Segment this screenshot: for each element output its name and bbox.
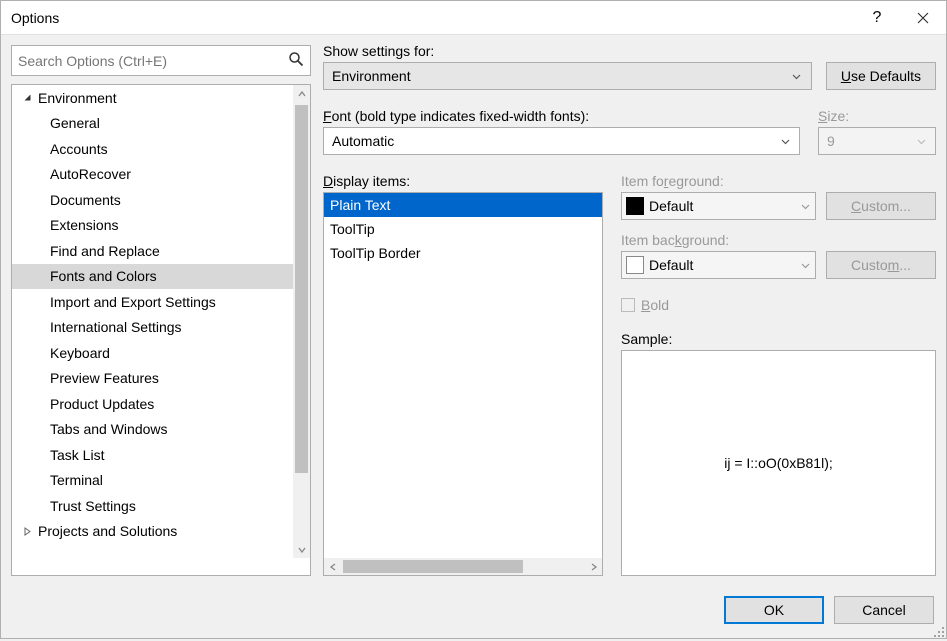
- font-label: Font (bold type indicates fixed-width fo…: [323, 108, 800, 124]
- tree-item-general[interactable]: General: [12, 111, 293, 137]
- tree-item-label: Documents: [50, 192, 121, 208]
- foreground-custom-button[interactable]: Custom...: [826, 192, 936, 220]
- tree-item-international-settings[interactable]: International Settings: [12, 315, 293, 341]
- tree-item-label: Trust Settings: [50, 498, 136, 514]
- scroll-down-arrow-icon[interactable]: [293, 541, 310, 558]
- display-items-label: Display items:: [323, 173, 603, 189]
- tree-item-label: International Settings: [50, 319, 182, 335]
- tree-item-keyboard[interactable]: Keyboard: [12, 340, 293, 366]
- chevron-down-icon: [787, 72, 807, 81]
- chevron-down-icon: [795, 202, 815, 211]
- tree-item-label: Find and Replace: [50, 243, 160, 259]
- close-button[interactable]: [900, 1, 946, 35]
- window-title: Options: [11, 10, 854, 26]
- tree-item-autorecover[interactable]: AutoRecover: [12, 162, 293, 188]
- resize-grip-icon[interactable]: [933, 625, 945, 637]
- tree-item-documents[interactable]: Documents: [12, 187, 293, 213]
- size-combo[interactable]: 9: [818, 127, 936, 155]
- tree-item-label: Keyboard: [50, 345, 110, 361]
- close-icon: [917, 12, 929, 24]
- chevron-down-icon: [795, 261, 815, 270]
- foreground-combo[interactable]: Default: [621, 192, 816, 220]
- show-settings-for-combo[interactable]: Environment: [323, 62, 812, 90]
- tree-item-label: Projects and Solutions: [38, 523, 177, 539]
- tree-item-accounts[interactable]: Accounts: [12, 136, 293, 162]
- help-button[interactable]: ?: [854, 1, 900, 35]
- item-foreground-label: Item foreground:: [621, 173, 816, 189]
- scroll-up-arrow-icon[interactable]: [293, 85, 310, 102]
- tree-item-task-list[interactable]: Task List: [12, 442, 293, 468]
- titlebar: Options ?: [1, 1, 946, 35]
- tree-item-label: General: [50, 115, 100, 131]
- tree-item-product-updates[interactable]: Product Updates: [12, 391, 293, 417]
- list-item[interactable]: ToolTip Border: [324, 241, 602, 265]
- display-items-listbox[interactable]: Plain TextToolTipToolTip Border: [323, 192, 603, 576]
- sample-preview: ij = I::oO(0xB81l);: [621, 350, 936, 576]
- tree-item-label: Preview Features: [50, 370, 159, 386]
- chevron-down-icon: [911, 137, 931, 146]
- tree-collapse-icon: [20, 524, 34, 538]
- tree-item-find-and-replace[interactable]: Find and Replace: [12, 238, 293, 264]
- size-label: Size:: [818, 108, 936, 124]
- tree-item-label: Fonts and Colors: [50, 268, 157, 284]
- search-icon: [288, 51, 304, 70]
- cancel-button[interactable]: Cancel: [834, 596, 934, 624]
- tree-item-projects-and-solutions[interactable]: Projects and Solutions: [12, 519, 293, 545]
- ok-button[interactable]: OK: [724, 596, 824, 624]
- scroll-left-arrow-icon[interactable]: [324, 558, 341, 575]
- tree-item-label: Tabs and Windows: [50, 421, 168, 437]
- list-item[interactable]: ToolTip: [324, 217, 602, 241]
- tree-item-preview-features[interactable]: Preview Features: [12, 366, 293, 392]
- tree-item-label: Import and Export Settings: [50, 294, 216, 310]
- font-combo[interactable]: Automatic: [323, 127, 800, 155]
- scroll-right-arrow-icon[interactable]: [585, 558, 602, 575]
- sample-label: Sample:: [621, 331, 936, 347]
- options-tree: Environment General Accounts AutoRecover Doc…: [11, 84, 311, 576]
- background-custom-button[interactable]: Custom...: [826, 251, 936, 279]
- tree-item-label: Environment: [38, 90, 117, 106]
- tree-item-label: Extensions: [50, 217, 118, 233]
- search-options-field[interactable]: [11, 45, 311, 76]
- bold-checkbox[interactable]: [621, 298, 635, 312]
- tree-item-label: Accounts: [50, 141, 108, 157]
- tree-item-extensions[interactable]: Extensions: [12, 213, 293, 239]
- foreground-swatch: [626, 197, 644, 215]
- listbox-horizontal-scrollbar[interactable]: [324, 558, 602, 575]
- search-input[interactable]: [18, 53, 288, 69]
- tree-item-label: Task List: [50, 447, 104, 463]
- tree-item-environment[interactable]: Environment: [12, 85, 293, 111]
- tree-item-trust-settings[interactable]: Trust Settings: [12, 493, 293, 519]
- tree-item-terminal[interactable]: Terminal: [12, 468, 293, 494]
- list-item[interactable]: Plain Text: [324, 193, 602, 217]
- tree-item-import-and-export-settings[interactable]: Import and Export Settings: [12, 289, 293, 315]
- tree-item-label: AutoRecover: [50, 166, 131, 182]
- tree-item-label: Terminal: [50, 472, 103, 488]
- tree-item-tabs-and-windows[interactable]: Tabs and Windows: [12, 417, 293, 443]
- background-swatch: [626, 256, 644, 274]
- background-combo[interactable]: Default: [621, 251, 816, 279]
- tree-expand-icon: [20, 91, 34, 105]
- tree-vertical-scrollbar[interactable]: [293, 85, 310, 558]
- use-defaults-button[interactable]: Use Defaults: [826, 62, 936, 90]
- tree-item-label: Product Updates: [50, 396, 154, 412]
- tree-item-fonts-and-colors[interactable]: Fonts and Colors: [12, 264, 293, 290]
- item-background-label: Item background:: [621, 232, 816, 248]
- chevron-down-icon: [775, 137, 795, 146]
- bold-label: Bold: [641, 297, 669, 313]
- show-settings-for-label: Show settings for:: [323, 43, 812, 59]
